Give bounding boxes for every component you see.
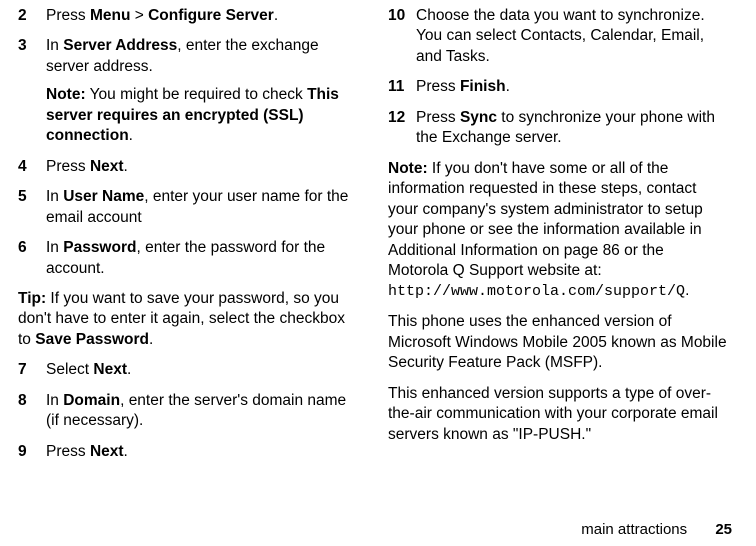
tip-paragraph: Tip: If you want to save your password, … (18, 289, 358, 350)
step-number: 6 (18, 238, 46, 279)
text: Press (416, 78, 460, 95)
step-body: In Password, enter the password for the … (46, 238, 358, 279)
finish-label: Finish (460, 78, 506, 95)
text: . (506, 78, 510, 95)
text: Press (46, 443, 90, 460)
step-6: 6 In Password, enter the password for th… (18, 238, 358, 279)
text: . (149, 331, 153, 348)
step-3: 3 In Server Address, enter the exchange … (18, 36, 358, 146)
step-number: 7 (18, 360, 46, 380)
text: In (46, 392, 63, 409)
text: . (685, 282, 689, 299)
step-8: 8 In Domain, enter the server's domain n… (18, 391, 358, 432)
text: You might be required to check (86, 86, 307, 103)
text: > (130, 7, 148, 24)
configure-server-label: Configure Server (148, 7, 274, 24)
step-body: Press Next. (46, 442, 358, 462)
step-body: In User Name, enter your user name for t… (46, 187, 358, 228)
step-2: 2 Press Menu > Configure Server. (18, 6, 358, 26)
step-number: 3 (18, 36, 46, 146)
step-10: 10 Choose the data you want to synchroni… (388, 6, 728, 67)
step-body: In Domain, enter the server's domain nam… (46, 391, 358, 432)
step-11: 11 Press Finish. (388, 77, 728, 97)
right-column: 10 Choose the data you want to synchroni… (388, 6, 728, 472)
text: Choose the data you want to synchronize.… (416, 7, 705, 65)
step-9: 9 Press Next. (18, 442, 358, 462)
step-number: 5 (18, 187, 46, 228)
note-paragraph: Note: If you don't have some or all of t… (388, 159, 728, 303)
text: This phone uses the enhanced version of … (388, 313, 727, 371)
text: Select (46, 361, 93, 378)
text: . (274, 7, 278, 24)
msfp-paragraph: This phone uses the enhanced version of … (388, 312, 728, 373)
password-label: Password (63, 239, 136, 256)
step-4: 4 Press Next. (18, 157, 358, 177)
text: This enhanced version supports a type of… (388, 385, 718, 443)
text: In (46, 239, 63, 256)
step-number: 4 (18, 157, 46, 177)
step-number: 11 (388, 77, 416, 97)
note-label: Note: (46, 86, 86, 103)
step-number: 12 (388, 108, 416, 149)
text: . (127, 361, 131, 378)
sync-label: Sync (460, 109, 497, 126)
next-label: Next (93, 361, 127, 378)
ip-push-paragraph: This enhanced version supports a type of… (388, 384, 728, 445)
text: Press (416, 109, 460, 126)
text: If you don't have some or all of the inf… (388, 160, 703, 279)
step-body: Press Sync to synchronize your phone wit… (416, 108, 728, 149)
text: In (46, 188, 63, 205)
step-body: Select Next. (46, 360, 358, 380)
step-number: 2 (18, 6, 46, 26)
text: Press (46, 158, 90, 175)
tip-label: Tip: (18, 290, 46, 307)
step-body: Choose the data you want to synchronize.… (416, 6, 728, 67)
text: . (124, 158, 128, 175)
domain-label: Domain (63, 392, 120, 409)
note-label: Note: (388, 160, 428, 177)
section-title: main attractions (581, 521, 687, 538)
step-number: 9 (18, 442, 46, 462)
page-footer: main attractions 25 (581, 521, 732, 538)
step-body: In Server Address, enter the exchange se… (46, 36, 358, 146)
step-number: 8 (18, 391, 46, 432)
text: . (124, 443, 128, 460)
save-password-label: Save Password (35, 331, 149, 348)
note: Note: You might be required to check Thi… (46, 85, 358, 146)
step-body: Press Finish. (416, 77, 728, 97)
step-body: Press Menu > Configure Server. (46, 6, 358, 26)
left-column: 2 Press Menu > Configure Server. 3 In Se… (18, 6, 358, 472)
user-name-label: User Name (63, 188, 144, 205)
page-number: 25 (715, 521, 732, 538)
next-label: Next (90, 158, 124, 175)
next-label: Next (90, 443, 124, 460)
text: In (46, 37, 63, 54)
step-body: Press Next. (46, 157, 358, 177)
text: Press (46, 7, 90, 24)
step-number: 10 (388, 6, 416, 67)
step-5: 5 In User Name, enter your user name for… (18, 187, 358, 228)
menu-label: Menu (90, 7, 130, 24)
step-12: 12 Press Sync to synchronize your phone … (388, 108, 728, 149)
support-url: http://www.motorola.com/support/Q (388, 283, 685, 300)
step-7: 7 Select Next. (18, 360, 358, 380)
server-address-label: Server Address (63, 37, 177, 54)
page-content: 2 Press Menu > Configure Server. 3 In Se… (0, 0, 756, 472)
text: . (129, 127, 133, 144)
